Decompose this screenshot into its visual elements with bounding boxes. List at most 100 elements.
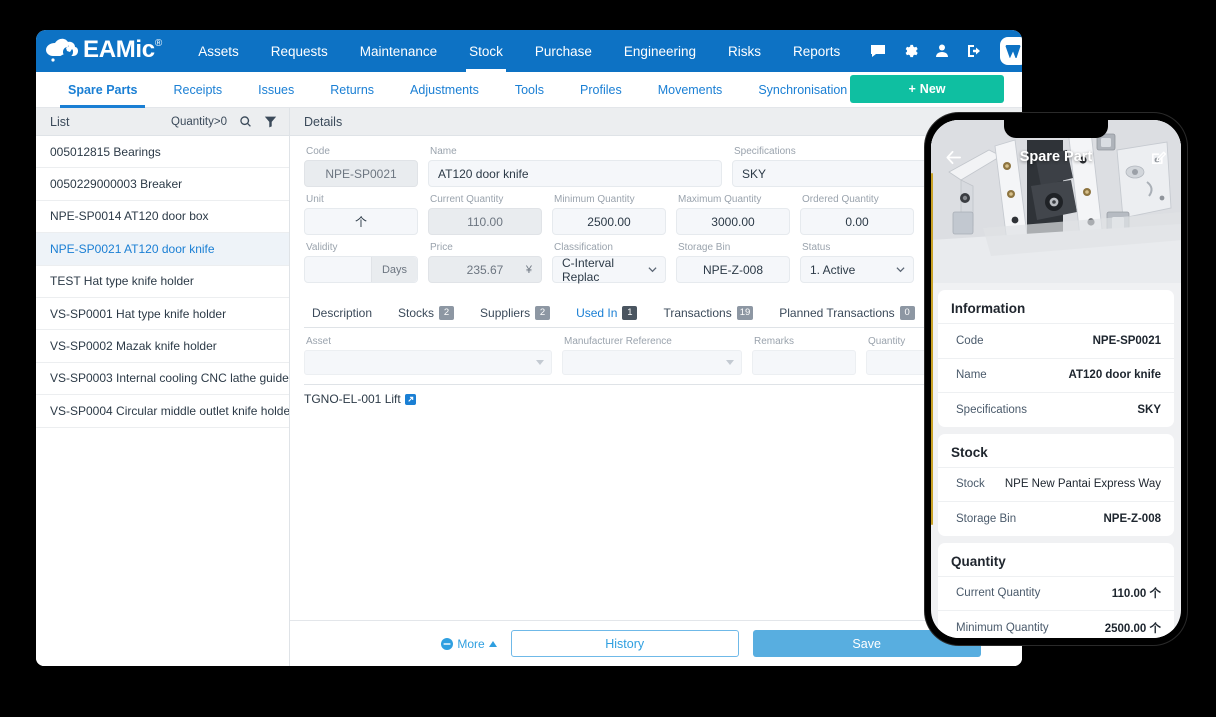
classification-select[interactable]: C-Interval Replac (552, 256, 666, 283)
external-link-icon[interactable] (405, 394, 416, 405)
nav-item-engineering[interactable]: Engineering (608, 30, 712, 72)
nav-label: Engineering (624, 44, 696, 59)
remarks-filter-input[interactable] (752, 350, 856, 375)
asset-filter-select[interactable] (304, 350, 552, 375)
tab-label: Stocks (398, 306, 434, 320)
column-header-remarks: Remarks (752, 336, 856, 347)
list-item[interactable]: 005012815 Bearings (36, 136, 289, 168)
nav-item-risks[interactable]: Risks (712, 30, 777, 72)
field-classification: Classification C-Interval Replac (552, 242, 666, 283)
nav-label: Risks (728, 44, 761, 59)
plus-icon: + (908, 82, 915, 96)
list-item[interactable]: TEST Hat type knife holder (36, 266, 289, 298)
asset-link[interactable]: TGNO-EL-001 Lift (304, 392, 416, 406)
list-item[interactable]: VS-SP0001 Hat type knife holder (36, 298, 289, 330)
nav-item-reports[interactable]: Reports (777, 30, 856, 72)
field-status: Status 1. Active (800, 242, 914, 283)
manufacturer-reference-filter-select[interactable] (562, 350, 742, 375)
subnav-item-issues[interactable]: Issues (240, 72, 312, 108)
spare-part-form: Code NPE-SP0021 Name AT120 door knife Sp… (290, 136, 1022, 290)
phone-notch (1004, 120, 1108, 138)
spare-parts-list-pane: List Quantity>0 005012815 Bearings 00502… (36, 108, 290, 666)
field-label: Status (800, 242, 914, 253)
subnav-item-adjustments[interactable]: Adjustments (392, 72, 497, 108)
row-value: NPE-Z-008 (1103, 513, 1161, 525)
field-unit: Unit 个 (304, 194, 418, 235)
nav-item-purchase[interactable]: Purchase (519, 30, 608, 72)
quantity-filter-label[interactable]: Quantity>0 (171, 116, 227, 128)
storage-bin-input[interactable]: NPE-Z-008 (676, 256, 790, 283)
detail-tabs: Description Stocks2 Suppliers2 Used In1 … (304, 298, 1008, 328)
list-item[interactable]: NPE-SP0014 AT120 door box (36, 201, 289, 233)
logout-icon[interactable] (966, 43, 982, 59)
new-button[interactable]: + New (850, 75, 1004, 103)
field-ordered-quantity: Ordered Quantity 0.00 (800, 194, 914, 235)
subnav-item-movements[interactable]: Movements (640, 72, 741, 108)
subnav-item-receipts[interactable]: Receipts (155, 72, 240, 108)
screen-root: EAMic ® Assets Requests Maintenance Stoc… (0, 0, 1216, 717)
validity-input[interactable]: Days (304, 256, 418, 283)
subnav-item-spare-parts[interactable]: Spare Parts (50, 72, 155, 108)
user-icon[interactable] (934, 43, 950, 59)
tab-stocks[interactable]: Stocks2 (385, 298, 467, 328)
field-label: Maximum Quantity (676, 194, 790, 205)
chat-icon[interactable] (870, 43, 886, 59)
row-key: Minimum Quantity (956, 622, 1049, 634)
phone-header-bar: Spare Part (931, 142, 1181, 172)
subnav-item-tools[interactable]: Tools (497, 72, 562, 108)
subnav-item-synchronisation[interactable]: Synchronisation (740, 72, 865, 108)
list-item-label: 005012815 Bearings (50, 145, 161, 159)
stock-card: Stock Stock NPE New Pantai Express Way S… (938, 434, 1174, 536)
tab-planned-transactions[interactable]: Planned Transactions0 (766, 298, 927, 328)
minimum-quantity-input[interactable]: 2500.00 (552, 208, 666, 235)
unit-input[interactable]: 个 (304, 208, 418, 235)
caret-down-icon (726, 360, 734, 365)
stock-row-stock: Stock NPE New Pantai Express Way (938, 467, 1174, 502)
field-storage-bin: Storage Bin NPE-Z-008 (676, 242, 790, 283)
ordered-quantity-value: 0.00 (845, 215, 868, 229)
eamic-logo[interactable]: EAMic ® (46, 36, 162, 66)
tab-badge: 19 (737, 306, 754, 320)
tab-used-in[interactable]: Used In1 (563, 298, 650, 328)
list-item[interactable]: VS-SP0002 Mazak knife holder (36, 330, 289, 362)
search-icon[interactable] (239, 115, 252, 128)
nav-item-stock[interactable]: Stock (453, 30, 519, 72)
field-price: Price 235.67 ¥ (428, 242, 542, 283)
more-button[interactable]: More (441, 637, 496, 651)
filter-remarks: Remarks (752, 336, 856, 375)
gear-icon[interactable] (902, 43, 918, 59)
tab-description[interactable]: Description (304, 298, 385, 328)
subnav-item-profiles[interactable]: Profiles (562, 72, 640, 108)
list-item[interactable]: 0050229000003 Breaker (36, 168, 289, 200)
details-pane: Details Code NPE-SP0021 Name AT120 door … (290, 108, 1022, 666)
tab-suppliers[interactable]: Suppliers2 (467, 298, 563, 328)
list-item-selected[interactable]: NPE-SP0021 AT120 door knife (36, 233, 289, 265)
funnel-icon[interactable] (264, 115, 277, 128)
name-input[interactable]: AT120 door knife (428, 160, 722, 187)
nav-item-maintenance[interactable]: Maintenance (344, 30, 453, 72)
subnav-item-returns[interactable]: Returns (312, 72, 392, 108)
status-select[interactable]: 1. Active (800, 256, 914, 283)
field-label: Validity (304, 242, 418, 253)
tab-transactions[interactable]: Transactions19 (650, 298, 766, 328)
phone-title: Spare Part (931, 149, 1181, 165)
row-key: Current Quantity (956, 587, 1040, 599)
maximum-quantity-input[interactable]: 3000.00 (676, 208, 790, 235)
row-key: Code (956, 335, 984, 347)
subnav-label: Profiles (580, 83, 622, 97)
table-row[interactable]: TGNO-EL-001 Lift 1 (304, 385, 1008, 413)
nav-item-requests[interactable]: Requests (255, 30, 344, 72)
used-in-filter-row: Asset Manufacturer Reference Remarks (304, 336, 1008, 375)
history-button[interactable]: History (511, 630, 739, 657)
unit-value: 个 (355, 213, 367, 230)
nav-item-assets[interactable]: Assets (182, 30, 255, 72)
quantity-row-current: Current Quantity 110.00 个 (938, 576, 1174, 611)
edit-square-icon[interactable] (1150, 149, 1167, 166)
row-key: Stock (956, 478, 985, 490)
field-label: Minimum Quantity (552, 194, 666, 205)
arrow-left-icon[interactable] (945, 149, 962, 166)
list-item[interactable]: VS-SP0004 Circular middle outlet knife h… (36, 395, 289, 427)
ordered-quantity-input[interactable]: 0.00 (800, 208, 914, 235)
filter-manufacturer-reference: Manufacturer Reference (562, 336, 742, 375)
list-item[interactable]: VS-SP0003 Internal cooling CNC lathe gui… (36, 363, 289, 395)
